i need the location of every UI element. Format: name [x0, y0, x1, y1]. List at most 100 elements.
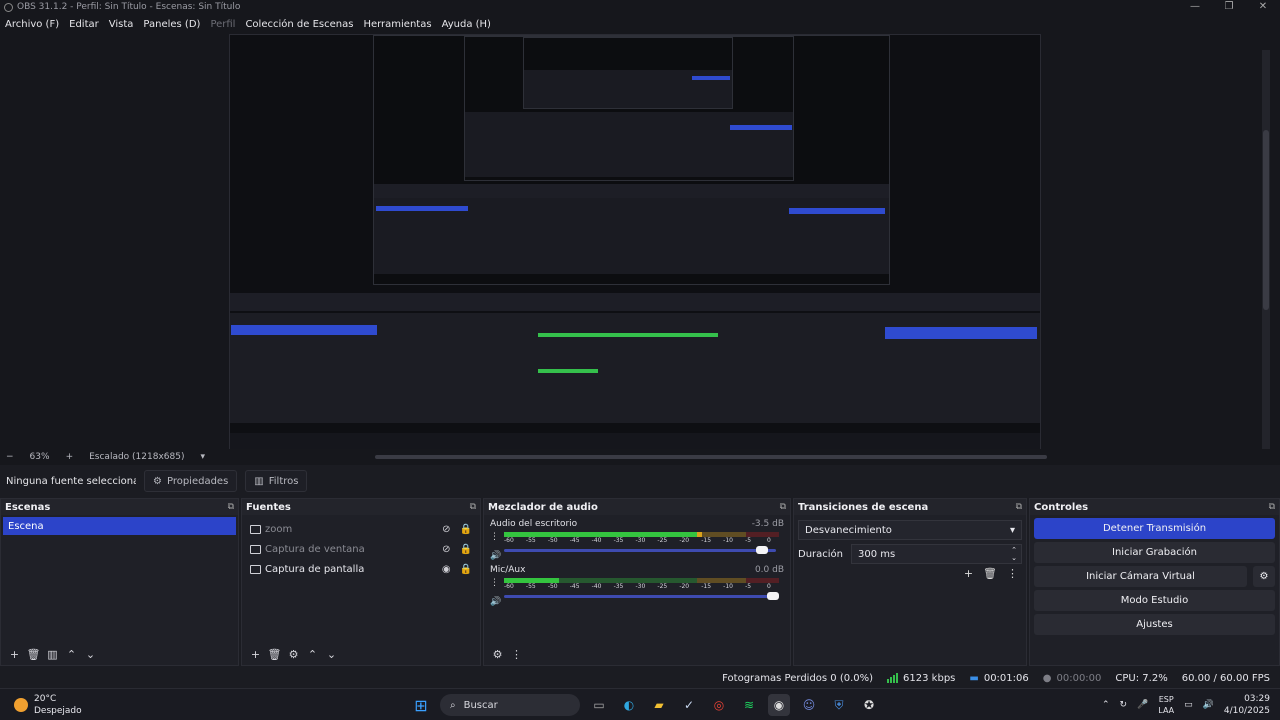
duration-spinbox[interactable]: 300 ms ⌃ ⌄ [851, 544, 1022, 564]
menu-coleccion-escenas[interactable]: Colección de Escenas [245, 19, 353, 30]
meter-tick-label: -30 [635, 583, 646, 590]
menu-ayuda[interactable]: Ayuda (H) [442, 19, 491, 30]
zoom-out-button[interactable]: − [6, 452, 14, 462]
controls-title: Controles [1034, 501, 1089, 513]
spin-arrows-icon[interactable]: ⌃ ⌄ [1011, 546, 1017, 562]
remove-source-button[interactable]: 🗑 [265, 648, 284, 661]
virtual-camera-gear-icon[interactable]: ⚙ [1253, 566, 1275, 587]
volume-icon[interactable]: 🔊 [1203, 700, 1214, 710]
zoom-in-button[interactable]: + [66, 452, 74, 462]
source-item-zoom[interactable]: zoom ⊘ 🔒 [242, 519, 480, 539]
lock-icon[interactable]: 🔒 [460, 524, 472, 535]
meter-tick-label: -35 [613, 583, 624, 590]
chevron-up-icon[interactable]: ⌃ [1102, 700, 1110, 710]
scene-item[interactable]: Escena [3, 517, 236, 535]
undock-icon[interactable]: ⧉ [1269, 502, 1275, 512]
channel-menu-icon[interactable]: ⋮ [490, 532, 499, 542]
duration-value: 300 ms [858, 548, 896, 560]
move-down-button[interactable]: ⌄ [81, 648, 100, 661]
maximize-button[interactable]: ❐ [1212, 0, 1246, 14]
zoom-percent: 63% [29, 452, 50, 462]
transition-select[interactable]: Desvanecimiento ▾ [798, 520, 1022, 540]
preview-horizontal-scrollbar[interactable] [375, 455, 1047, 459]
undock-icon[interactable]: ⧉ [470, 502, 476, 512]
preview-vertical-scrollbar[interactable] [1262, 50, 1270, 460]
filter-icon: ▥ [254, 475, 264, 487]
mixer-settings-button[interactable]: ⚙ [488, 648, 507, 661]
hidden-eye-icon[interactable]: ⊘ [442, 544, 450, 555]
volume-slider[interactable] [504, 591, 784, 601]
menu-paneles[interactable]: Paneles (D) [143, 19, 200, 30]
move-down-button[interactable]: ⌄ [322, 648, 341, 661]
stop-streaming-button[interactable]: Detener Transmisión [1034, 518, 1275, 539]
preview-canvas[interactable] [229, 34, 1041, 455]
sync-icon[interactable]: ↻ [1120, 700, 1128, 710]
menu-editar[interactable]: Editar [69, 19, 99, 30]
properties-button[interactable]: ⚙ Propiedades [144, 470, 238, 492]
taskbar-search[interactable]: ⌕ Buscar [440, 694, 580, 716]
monitor-icon [250, 524, 261, 534]
windows-start-icon[interactable]: ⊞ [410, 694, 432, 716]
scene-filters-button[interactable]: ▥ [43, 648, 62, 661]
minimize-button[interactable]: — [1178, 0, 1212, 14]
display-icon[interactable]: ▭ [1184, 700, 1193, 710]
move-up-button[interactable]: ⌃ [303, 648, 322, 661]
speaker-icon[interactable]: 🔊 [490, 597, 501, 607]
add-scene-button[interactable]: + [5, 648, 24, 661]
lock-icon[interactable]: 🔒 [460, 564, 472, 575]
mixer-menu-button[interactable]: ⋮ [507, 648, 526, 661]
edge-icon[interactable]: ◐ [618, 694, 640, 716]
channel-menu-icon[interactable]: ⋮ [490, 578, 499, 588]
scenes-title: Escenas [5, 501, 51, 513]
obs-taskbar-icon[interactable]: ◉ [768, 694, 790, 716]
remove-transition-button[interactable]: 🗑 [983, 567, 997, 580]
file-explorer-icon[interactable]: ▰ [648, 694, 670, 716]
mic-icon[interactable]: 🎤 [1137, 700, 1148, 710]
language-indicator[interactable]: ESP LAA [1158, 694, 1174, 716]
move-up-button[interactable]: ⌃ [62, 648, 81, 661]
undock-icon[interactable]: ⧉ [780, 502, 786, 512]
menu-archivo[interactable]: Archivo (F) [5, 19, 59, 30]
volume-knob[interactable] [756, 546, 769, 554]
volume-slider[interactable] [504, 545, 784, 555]
eye-icon[interactable]: ◉ [442, 564, 451, 575]
scale-menu-button[interactable]: ▾ [200, 452, 205, 462]
clock[interactable]: 03:29 4/10/2025 [1224, 693, 1270, 717]
source-item-window-capture[interactable]: Captura de ventana ⊘ 🔒 [242, 539, 480, 559]
meter-tick-label: -40 [591, 537, 602, 544]
meter-ticks: -60 -55 -50 -45 -40 -35 -30 -25 -20 -15 -10 -5 0 [504, 583, 784, 591]
lock-icon[interactable]: 🔒 [460, 544, 472, 555]
undock-icon[interactable]: ⧉ [1016, 502, 1022, 512]
app-red-dot-icon[interactable]: ✪ [858, 694, 880, 716]
source-item-display-capture[interactable]: Captura de pantalla ◉ 🔒 [242, 559, 480, 579]
studio-mode-button[interactable]: Modo Estudio [1034, 590, 1275, 611]
weather-widget[interactable]: 20°C Despejado [14, 693, 82, 717]
source-toolbar: Ninguna fuente seleccionad ⚙ Propiedades… [0, 466, 1280, 496]
source-properties-button[interactable]: ⚙ [284, 648, 303, 661]
steam-icon[interactable]: ✓ [678, 694, 700, 716]
transition-menu-button[interactable]: ⋮ [1007, 567, 1018, 580]
meter-tick-label: -25 [657, 583, 668, 590]
task-view-icon[interactable]: ▭ [588, 694, 610, 716]
start-recording-button[interactable]: Iniciar Grabación [1034, 542, 1275, 563]
volume-knob[interactable] [767, 592, 779, 600]
weather-sun-icon [14, 698, 28, 712]
menu-vista[interactable]: Vista [109, 19, 134, 30]
security-shield-icon[interactable]: ⛨ [828, 694, 850, 716]
menu-herramientas[interactable]: Herramientas [363, 19, 431, 30]
meter-ticks: -60 -55 -50 -45 -40 -35 -30 -25 -20 -15 -10 -5 0 [504, 537, 784, 545]
remove-scene-button[interactable]: 🗑 [24, 648, 43, 661]
close-button[interactable]: ✕ [1246, 0, 1280, 14]
spotify-icon[interactable]: ≋ [738, 694, 760, 716]
start-virtual-camera-button[interactable]: Iniciar Cámara Virtual ⚙ [1034, 566, 1275, 587]
speaker-icon[interactable]: 🔊 [490, 551, 501, 561]
add-source-button[interactable]: + [246, 648, 265, 661]
discord-icon[interactable]: ☺ [798, 694, 820, 716]
hidden-eye-icon[interactable]: ⊘ [442, 524, 450, 535]
add-transition-button[interactable]: + [964, 567, 973, 580]
undock-icon[interactable]: ⧉ [228, 502, 234, 512]
settings-button[interactable]: Ajustes [1034, 614, 1275, 635]
chrome-icon[interactable]: ◎ [708, 694, 730, 716]
filters-button[interactable]: ▥ Filtros [245, 470, 308, 492]
transition-value: Desvanecimiento [805, 524, 892, 536]
